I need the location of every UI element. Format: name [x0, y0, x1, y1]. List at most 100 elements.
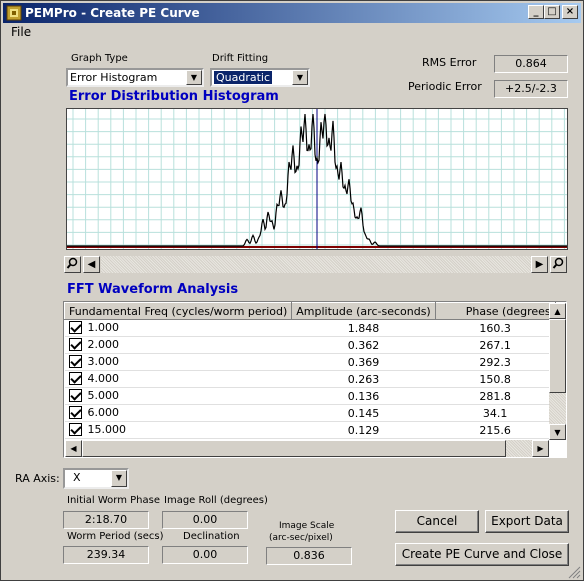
chevron-down-icon[interactable]: ▼ [292, 70, 308, 85]
amplitude-cell: 0.129 [291, 421, 436, 439]
amplitude-cell: 0.369 [291, 353, 436, 371]
ra-axis-label: RA Axis: [15, 472, 60, 485]
initial-worm-phase-value: 2:18.70 [63, 511, 149, 529]
row-checkbox[interactable] [68, 422, 82, 436]
scroll-thumb[interactable] [549, 319, 566, 393]
fft-vertical-scrollbar[interactable]: ▲ ▼ [549, 303, 566, 440]
image-scale-units: (arc-sec/pixel) [269, 533, 333, 543]
worm-period-label: Worm Period (secs) [67, 531, 164, 542]
create-pe-curve-button[interactable]: Create PE Curve and Close [395, 543, 569, 566]
image-scale-value: 0.836 [266, 547, 352, 565]
cancel-button[interactable]: Cancel [395, 510, 479, 533]
table-row[interactable]: 15.000 0.129 215.6 [64, 421, 556, 439]
table-row[interactable]: 4.000 0.263 150.8 [64, 370, 556, 388]
amplitude-cell: 1.848 [291, 319, 436, 337]
menu-bar: File [11, 25, 31, 39]
freq-value: 6.000 [87, 406, 120, 420]
freq-value: 5.000 [87, 389, 120, 403]
freq-value: 15.000 [87, 423, 127, 437]
histogram-title: Error Distribution Histogram [69, 89, 279, 104]
initial-worm-phase-label: Initial Worm Phase [67, 495, 160, 506]
zoom-out-button[interactable] [64, 256, 81, 273]
scroll-left-button[interactable]: ◀ [83, 256, 100, 273]
scroll-thumb[interactable] [82, 440, 506, 457]
amplitude-cell: 0.362 [291, 336, 436, 354]
graph-type-value: Error Histogram [70, 71, 158, 84]
zoom-in-button[interactable] [550, 256, 567, 273]
row-checkbox[interactable] [68, 320, 82, 334]
scroll-right-button[interactable]: ▶ [531, 256, 548, 273]
table-row[interactable]: 2.000 0.362 267.1 [64, 336, 556, 354]
histogram-plot [67, 109, 567, 249]
table-row[interactable]: 6.000 0.145 34.1 [64, 404, 556, 422]
ra-axis-value: X [73, 471, 81, 484]
histogram-graph [66, 108, 568, 250]
scroll-right-button[interactable]: ▶ [532, 440, 549, 457]
row-checkbox[interactable] [68, 388, 82, 402]
table-header: Fundamental Freq (cycles/worm period) Am… [64, 302, 556, 320]
fft-table[interactable]: Fundamental Freq (cycles/worm period) Am… [63, 301, 567, 458]
fft-title: FFT Waveform Analysis [67, 282, 239, 297]
fft-horizontal-scrollbar[interactable]: ◀ ▶ [65, 440, 549, 457]
phase-cell: 267.1 [435, 336, 556, 354]
column-header-freq[interactable]: Fundamental Freq (cycles/worm period) [64, 302, 293, 320]
export-data-button[interactable]: Export Data [485, 510, 569, 533]
amplitude-cell: 0.145 [291, 404, 436, 422]
row-checkbox[interactable] [68, 354, 82, 368]
periodic-error-label: Periodic Error [408, 80, 482, 93]
freq-cell[interactable]: 1.000 [64, 319, 292, 337]
title-bar[interactable]: PEMPro - Create PE Curve _ □ × [3, 3, 581, 23]
rms-error-label: RMS Error [422, 56, 477, 69]
chevron-down-icon[interactable]: ▼ [186, 70, 202, 85]
freq-cell[interactable]: 2.000 [64, 336, 292, 354]
freq-cell[interactable]: 4.000 [64, 370, 292, 388]
table-row[interactable]: 1.000 1.848 160.3 [64, 319, 556, 337]
scroll-up-button[interactable]: ▲ [549, 303, 566, 319]
amplitude-cell: 0.263 [291, 370, 436, 388]
drift-fitting-select[interactable]: Quadratic ▼ [210, 68, 310, 87]
image-roll-value: 0.00 [162, 511, 248, 529]
phase-cell: 281.8 [435, 387, 556, 405]
freq-value: 4.000 [87, 372, 120, 386]
freq-cell[interactable]: 15.000 [64, 421, 292, 439]
minimize-button[interactable]: _ [528, 5, 544, 19]
chevron-down-icon[interactable]: ▼ [111, 470, 127, 487]
freq-cell[interactable]: 6.000 [64, 404, 292, 422]
rms-error-value: 0.864 [494, 55, 568, 73]
resize-grip-icon[interactable] [567, 565, 581, 579]
phase-cell: 215.6 [435, 421, 556, 439]
graph-type-select[interactable]: Error Histogram ▼ [66, 68, 204, 87]
phase-cell: 150.8 [435, 370, 556, 388]
table-row[interactable]: 5.000 0.136 281.8 [64, 387, 556, 405]
magnifier-icon [552, 257, 564, 269]
main-window: PEMPro - Create PE Curve _ □ × File Grap… [0, 0, 584, 581]
image-scale-label: Image Scale [279, 521, 335, 531]
amplitude-cell: 0.136 [291, 387, 436, 405]
phase-cell: 292.3 [435, 353, 556, 371]
app-icon [6, 5, 22, 21]
phase-cell: 34.1 [435, 404, 556, 422]
column-header-phase[interactable]: Phase (degrees [434, 302, 556, 320]
drift-fitting-value: Quadratic [214, 71, 273, 84]
ra-axis-select[interactable]: X ▼ [63, 468, 129, 489]
row-checkbox[interactable] [68, 371, 82, 385]
magnifier-icon [66, 257, 78, 269]
graph-type-label: Graph Type [71, 53, 128, 64]
freq-value: 2.000 [87, 338, 120, 352]
freq-cell[interactable]: 5.000 [64, 387, 292, 405]
scroll-left-button[interactable]: ◀ [65, 440, 82, 457]
histogram-scroll-track[interactable] [101, 256, 531, 273]
column-header-amplitude[interactable]: Amplitude (arc-seconds) [291, 302, 436, 320]
declination-value: 0.00 [162, 546, 248, 564]
row-checkbox[interactable] [68, 337, 82, 351]
table-row[interactable]: 3.000 0.369 292.3 [64, 353, 556, 371]
scroll-down-button[interactable]: ▼ [549, 424, 566, 440]
menu-file[interactable]: File [11, 25, 31, 39]
freq-cell[interactable]: 3.000 [64, 353, 292, 371]
phase-cell: 160.3 [435, 319, 556, 337]
freq-value: 3.000 [87, 355, 120, 369]
row-checkbox[interactable] [68, 405, 82, 419]
close-button[interactable]: × [562, 5, 578, 19]
declination-label: Declination [183, 531, 240, 542]
maximize-button[interactable]: □ [544, 5, 560, 19]
